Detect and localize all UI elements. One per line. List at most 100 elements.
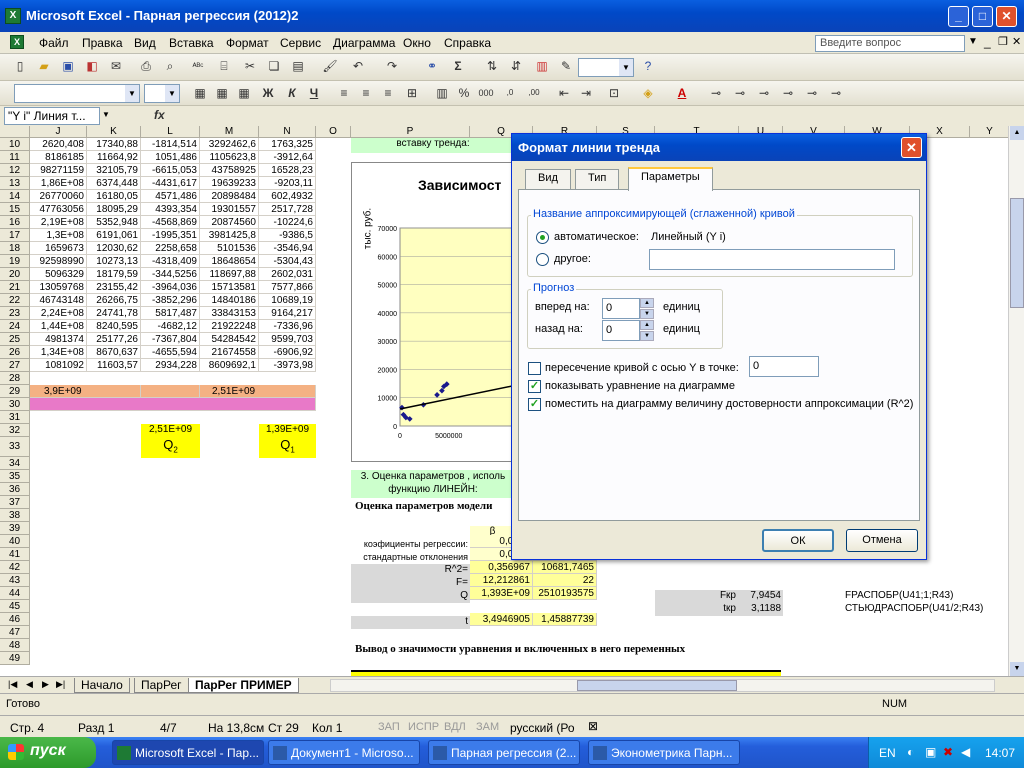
row29-l-cell[interactable] xyxy=(141,385,200,398)
data-cell[interactable]: 46743148 xyxy=(30,294,87,307)
col-header-Y[interactable]: Y xyxy=(970,126,1008,138)
tray-network-icon[interactable]: ▣ xyxy=(925,745,936,759)
excel-app-icon[interactable]: X xyxy=(5,8,21,24)
row-header-32[interactable]: 32 xyxy=(0,424,30,437)
sheet-tab-parreg-example[interactable]: ПарРег ПРИМЕР xyxy=(188,678,299,693)
start-button[interactable]: пуск xyxy=(0,737,96,768)
tray-icon-1[interactable]: ◐ xyxy=(907,745,914,759)
data-cell[interactable]: 20898484 xyxy=(200,190,259,203)
align-left-icon[interactable]: ≡ xyxy=(336,85,352,101)
row-header-29[interactable]: 29 xyxy=(0,385,30,398)
data-cell[interactable]: 26770060 xyxy=(30,190,87,203)
data-cell[interactable]: -9386,5 xyxy=(259,229,316,242)
italic-icon[interactable]: К xyxy=(284,85,300,101)
decrease-decimal-icon[interactable]: ,00 xyxy=(526,85,542,101)
row-header-19[interactable]: 19 xyxy=(0,255,30,268)
menu-tools[interactable]: Сервис xyxy=(280,36,321,50)
data-cell[interactable]: 13059768 xyxy=(30,281,87,294)
row-header-49[interactable]: 49 xyxy=(0,652,30,665)
data-cell[interactable]: 6191,061 xyxy=(87,229,141,242)
drawing-icon[interactable]: ✎ xyxy=(558,58,574,74)
ok-button[interactable]: ОК xyxy=(762,529,834,552)
task-word-econometrics[interactable]: Эконометрика Парн... xyxy=(588,740,740,765)
word-language[interactable]: русский (Ро xyxy=(510,721,575,735)
font-combo[interactable]: ▼ xyxy=(14,84,140,103)
data-cell[interactable]: 5352,948 xyxy=(87,216,141,229)
row-header-36[interactable]: 36 xyxy=(0,483,30,496)
data-cell[interactable]: -3546,94 xyxy=(259,242,316,255)
row-header-13[interactable]: 13 xyxy=(0,177,30,190)
undo-icon[interactable]: ↶ xyxy=(350,58,366,74)
close-button[interactable]: ✕ xyxy=(996,6,1017,27)
spelling-icon[interactable]: ᴬᴮᶜ xyxy=(190,58,206,74)
col-header-O[interactable]: O xyxy=(316,126,351,138)
help-icon[interactable]: ? xyxy=(640,58,656,74)
horizontal-scrollbar[interactable] xyxy=(330,679,995,692)
row-header-31[interactable]: 31 xyxy=(0,411,30,424)
data-cell[interactable]: -10224,6 xyxy=(259,216,316,229)
autosum-icon[interactable]: Σ xyxy=(450,58,466,74)
data-cell[interactable]: 1051,486 xyxy=(141,151,200,164)
menu-view[interactable]: Вид xyxy=(134,36,156,50)
help-search-input[interactable]: Введите вопрос xyxy=(815,35,965,52)
format-painter-icon[interactable]: 🖌 xyxy=(322,58,338,74)
word-ext[interactable]: ВДЛ xyxy=(444,721,466,733)
radio-auto-label[interactable]: автоматическое: xyxy=(554,231,639,243)
table-icon[interactable]: ▦ xyxy=(214,85,230,101)
decrease-indent-icon[interactable]: ⇤ xyxy=(556,85,572,101)
data-cell[interactable]: -6906,92 xyxy=(259,346,316,359)
data-cell[interactable]: -4568,869 xyxy=(141,216,200,229)
redo-icon[interactable]: ↷ xyxy=(384,58,400,74)
data-cell[interactable]: 2,19E+08 xyxy=(30,216,87,229)
tray-antivirus-icon[interactable]: ✖ xyxy=(943,745,953,759)
data-cell[interactable]: 15713581 xyxy=(200,281,259,294)
data-cell[interactable]: -9203,11 xyxy=(259,177,316,190)
data-cell[interactable]: 10689,19 xyxy=(259,294,316,307)
row-header-33[interactable]: 33 xyxy=(0,437,30,457)
data-cell[interactable]: 1763,325 xyxy=(259,138,316,151)
data-cell[interactable]: 16528,23 xyxy=(259,164,316,177)
currency-icon[interactable]: ▥ xyxy=(434,85,450,101)
data-cell[interactable]: 14840186 xyxy=(200,294,259,307)
data-cell[interactable]: 26266,75 xyxy=(87,294,141,307)
bold-icon[interactable]: Ж xyxy=(260,85,276,101)
data-cell[interactable]: -6615,053 xyxy=(141,164,200,177)
forward-spin-up-icon[interactable]: ▲ xyxy=(640,298,654,308)
row-header-30[interactable]: 30 xyxy=(0,398,30,411)
data-cell[interactable]: 11603,57 xyxy=(87,359,141,372)
section3-cell[interactable]: 3. Оценка параметров , исполь функцию ЛИ… xyxy=(351,470,515,498)
data-cell[interactable]: -4431,617 xyxy=(141,177,200,190)
font-size-combo[interactable]: ▼ xyxy=(144,84,180,103)
r-col-cell[interactable]: 22 xyxy=(533,574,597,587)
scroll-thumb[interactable] xyxy=(1010,198,1024,308)
data-cell[interactable]: -4682,12 xyxy=(141,320,200,333)
back-input[interactable]: 0 xyxy=(602,320,640,341)
data-cell[interactable]: 18648654 xyxy=(200,255,259,268)
data-cell[interactable]: -1814,514 xyxy=(141,138,200,151)
row-header-18[interactable]: 18 xyxy=(0,242,30,255)
row-header-46[interactable]: 46 xyxy=(0,613,30,626)
dialog-close-button[interactable]: ✕ xyxy=(901,137,922,158)
paste-icon[interactable]: ▤ xyxy=(290,58,306,74)
data-cell[interactable]: 3981425,8 xyxy=(200,229,259,242)
data-cell[interactable]: 1081092 xyxy=(30,359,87,372)
data-cell[interactable]: 11664,92 xyxy=(87,151,141,164)
row29-j-cell[interactable]: 3,9E+09 xyxy=(30,385,141,398)
show-r2-label[interactable]: поместить на диаграмму величину достовер… xyxy=(545,398,913,410)
col-header-P[interactable]: P xyxy=(351,126,470,138)
q2-cell[interactable]: 2,51E+09 Q2 xyxy=(141,424,200,458)
menu-insert[interactable]: Вставка xyxy=(169,36,214,50)
percent-icon[interactable]: % xyxy=(456,85,472,101)
cut-icon[interactable]: ✂ xyxy=(242,58,258,74)
col-header-N[interactable]: N xyxy=(259,126,316,138)
forward-input[interactable]: 0 xyxy=(602,298,640,319)
tab-parameters[interactable]: Параметры xyxy=(628,167,713,191)
data-cell[interactable]: 12030,62 xyxy=(87,242,141,255)
data-cell[interactable]: 1,34E+08 xyxy=(30,346,87,359)
data-cell[interactable]: 1105623,8 xyxy=(200,151,259,164)
row-header-20[interactable]: 20 xyxy=(0,268,30,281)
border-grid-icon[interactable]: ▦ xyxy=(192,85,208,101)
merge-center-icon[interactable]: ⊞ xyxy=(404,85,420,101)
data-cell[interactable]: 8240,595 xyxy=(87,320,141,333)
tab-view[interactable]: Вид xyxy=(525,169,571,189)
